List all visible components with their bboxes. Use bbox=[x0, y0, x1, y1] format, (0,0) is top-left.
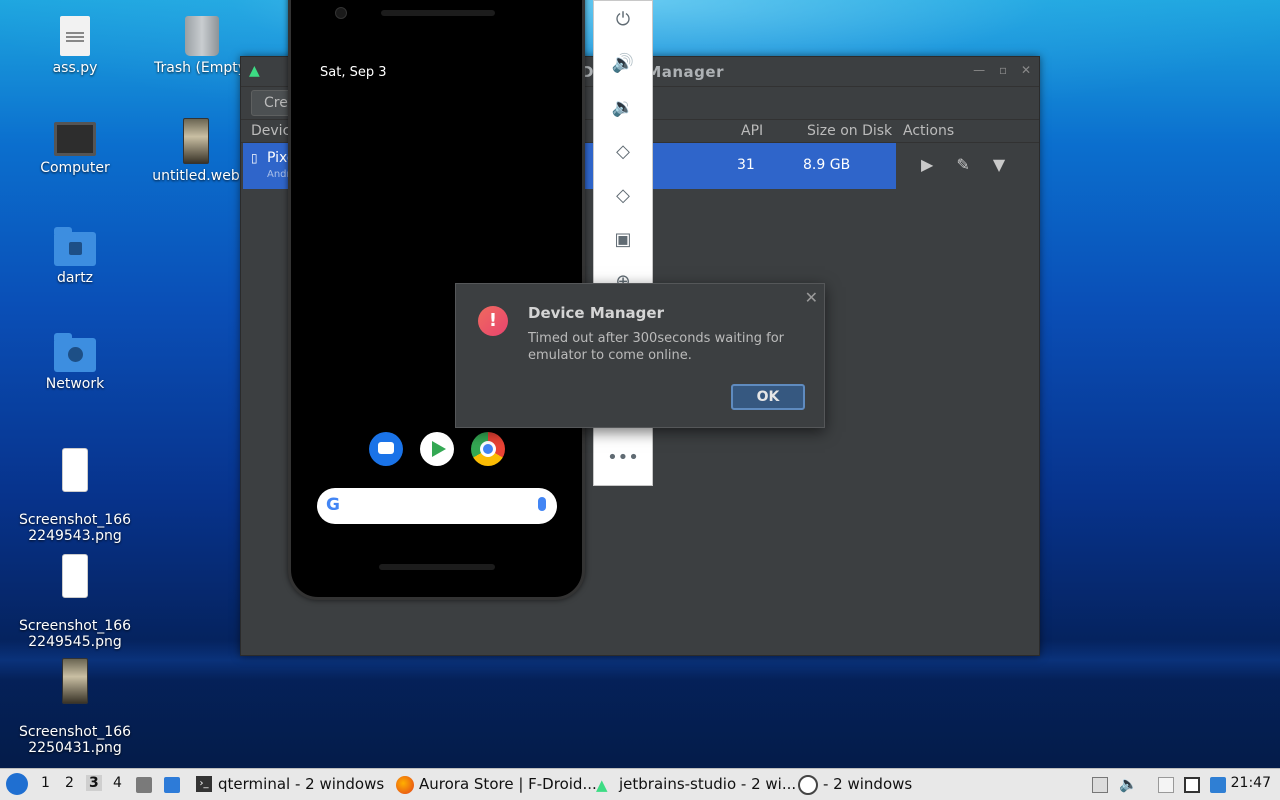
camera-icon[interactable]: ▣ bbox=[594, 229, 652, 250]
task-qterminal[interactable]: qterminal - 2 windows bbox=[218, 775, 384, 793]
trash-icon bbox=[185, 16, 219, 56]
error-dialog: ! ✕ Device Manager Timed out after 300se… bbox=[455, 283, 825, 428]
more-icon[interactable]: ••• bbox=[594, 447, 652, 468]
android-studio-icon: ▲ bbox=[596, 776, 608, 794]
desktop-icon-label: Network bbox=[45, 376, 105, 392]
tray-expand-icon[interactable] bbox=[1092, 777, 1108, 793]
close-icon[interactable]: ✕ bbox=[1021, 63, 1031, 77]
task-jetbrains-studio[interactable]: jetbrains-studio - 2 wi... bbox=[619, 775, 796, 793]
dialog-message: Timed out after 300seconds waiting for e… bbox=[528, 331, 785, 363]
error-icon: ! bbox=[478, 306, 508, 336]
image-file-icon bbox=[62, 658, 88, 704]
terminal-icon: ›_ bbox=[196, 776, 212, 792]
ok-button[interactable]: OK bbox=[731, 384, 805, 410]
clock[interactable]: 21:47 bbox=[1231, 775, 1271, 791]
desktop-icon-computer[interactable]: Computer bbox=[5, 122, 145, 176]
desktop-icon-screenshot-3[interactable]: Screenshot_166 2250431.png bbox=[5, 642, 145, 772]
lockscreen-date: Sat, Sep 3 bbox=[320, 65, 387, 80]
app-icon bbox=[798, 775, 818, 795]
task-other[interactable]: - 2 windows bbox=[823, 775, 912, 793]
dropdown-icon[interactable]: ▼ bbox=[993, 155, 1005, 174]
clipboard-icon[interactable] bbox=[1158, 777, 1174, 793]
workspace-2[interactable]: 2 bbox=[65, 775, 74, 791]
device-api: 31 bbox=[737, 157, 755, 173]
image-file-icon bbox=[62, 554, 88, 598]
taskbar: 1 2 3 4 ›_ qterminal - 2 windows Aurora … bbox=[0, 768, 1280, 800]
file-manager-icon[interactable] bbox=[136, 777, 152, 793]
desktop-icon-network[interactable]: Network bbox=[5, 333, 145, 392]
desktop-icon-ass-py[interactable]: ass.py bbox=[5, 16, 145, 76]
home-folder-icon bbox=[54, 227, 96, 266]
rotate-right-icon[interactable]: ◇ bbox=[594, 185, 652, 206]
play-store-app-icon[interactable] bbox=[420, 432, 454, 466]
image-file-icon bbox=[183, 118, 209, 164]
speaker-grille bbox=[381, 10, 495, 16]
network-folder-icon bbox=[54, 333, 96, 372]
desktop-icon-label: dartz bbox=[56, 270, 94, 286]
launch-icon[interactable]: ▶ bbox=[921, 155, 933, 174]
chrome-app-icon[interactable] bbox=[471, 432, 505, 466]
start-menu-icon[interactable] bbox=[6, 773, 28, 795]
mic-icon[interactable] bbox=[538, 497, 546, 511]
messages-app-icon[interactable] bbox=[369, 432, 403, 466]
google-search-bar[interactable]: G bbox=[317, 488, 557, 524]
volume-down-icon[interactable]: 🔉 bbox=[594, 97, 652, 118]
device-icon: ▯ bbox=[251, 151, 258, 165]
task-aurora-store[interactable]: Aurora Store | F-Droid... bbox=[419, 775, 597, 793]
desktop-icon-label: ass.py bbox=[52, 60, 98, 76]
workspace-4[interactable]: 4 bbox=[113, 775, 122, 791]
google-icon: G bbox=[326, 495, 340, 515]
show-desktop-icon[interactable] bbox=[164, 777, 180, 793]
device-size: 8.9 GB bbox=[803, 157, 851, 173]
column-actions: Actions bbox=[903, 123, 955, 139]
network-icon[interactable] bbox=[1184, 777, 1200, 793]
row-actions: ▶ ✎ ▼ bbox=[921, 155, 1023, 174]
workspace-3[interactable]: 3 bbox=[86, 775, 102, 791]
update-icon[interactable] bbox=[1210, 777, 1226, 793]
volume-icon[interactable]: 🔈 bbox=[1119, 775, 1138, 793]
column-size[interactable]: Size on Disk bbox=[807, 123, 892, 139]
gesture-nav-bar bbox=[379, 564, 495, 570]
image-file-icon bbox=[62, 448, 88, 492]
android-icon: ▲ bbox=[249, 63, 260, 79]
desktop-icon-dartz[interactable]: dartz bbox=[5, 227, 145, 286]
close-icon[interactable]: ✕ bbox=[805, 288, 818, 307]
edit-icon[interactable]: ✎ bbox=[956, 155, 969, 174]
python-file-icon bbox=[60, 16, 90, 56]
desktop-icon-label: Screenshot_166 2250431.png bbox=[18, 724, 132, 756]
dialog-title: Device Manager bbox=[528, 304, 664, 322]
rotate-left-icon[interactable]: ◇ bbox=[594, 141, 652, 162]
computer-icon bbox=[54, 122, 96, 156]
volume-up-icon[interactable]: 🔊 bbox=[594, 53, 652, 74]
camera-lens bbox=[335, 7, 347, 19]
column-api[interactable]: API bbox=[741, 123, 763, 139]
desktop-icon-label: Computer bbox=[40, 160, 110, 176]
power-icon[interactable]: ⏻ bbox=[594, 9, 652, 30]
firefox-icon bbox=[396, 776, 414, 794]
minimize-icon[interactable]: — bbox=[973, 63, 985, 77]
workspace-1[interactable]: 1 bbox=[41, 775, 50, 791]
maximize-icon[interactable]: ▫ bbox=[999, 63, 1007, 77]
